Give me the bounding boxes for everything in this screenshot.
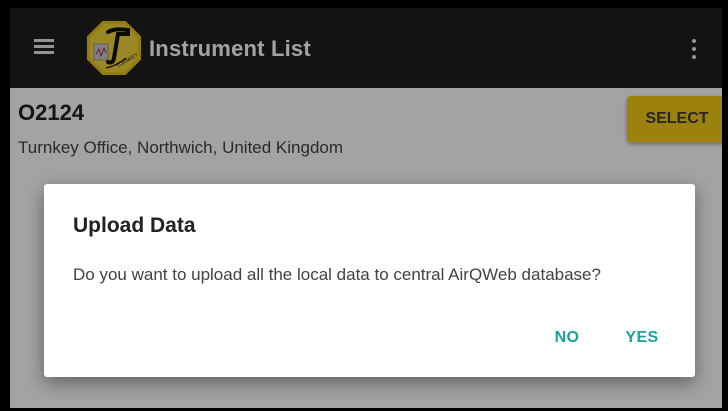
yes-button[interactable]: YES: [617, 323, 667, 353]
upload-data-dialog: Upload Data Do you want to upload all th…: [44, 184, 695, 377]
dialog-title: Upload Data: [73, 214, 196, 237]
dialog-message: Do you want to upload all the local data…: [73, 265, 601, 284]
app-screen: TURNKEY Instrument List O2124 Turnkey Of…: [10, 8, 722, 408]
window-frame: TURNKEY Instrument List O2124 Turnkey Of…: [0, 0, 728, 411]
no-button[interactable]: NO: [544, 323, 590, 353]
